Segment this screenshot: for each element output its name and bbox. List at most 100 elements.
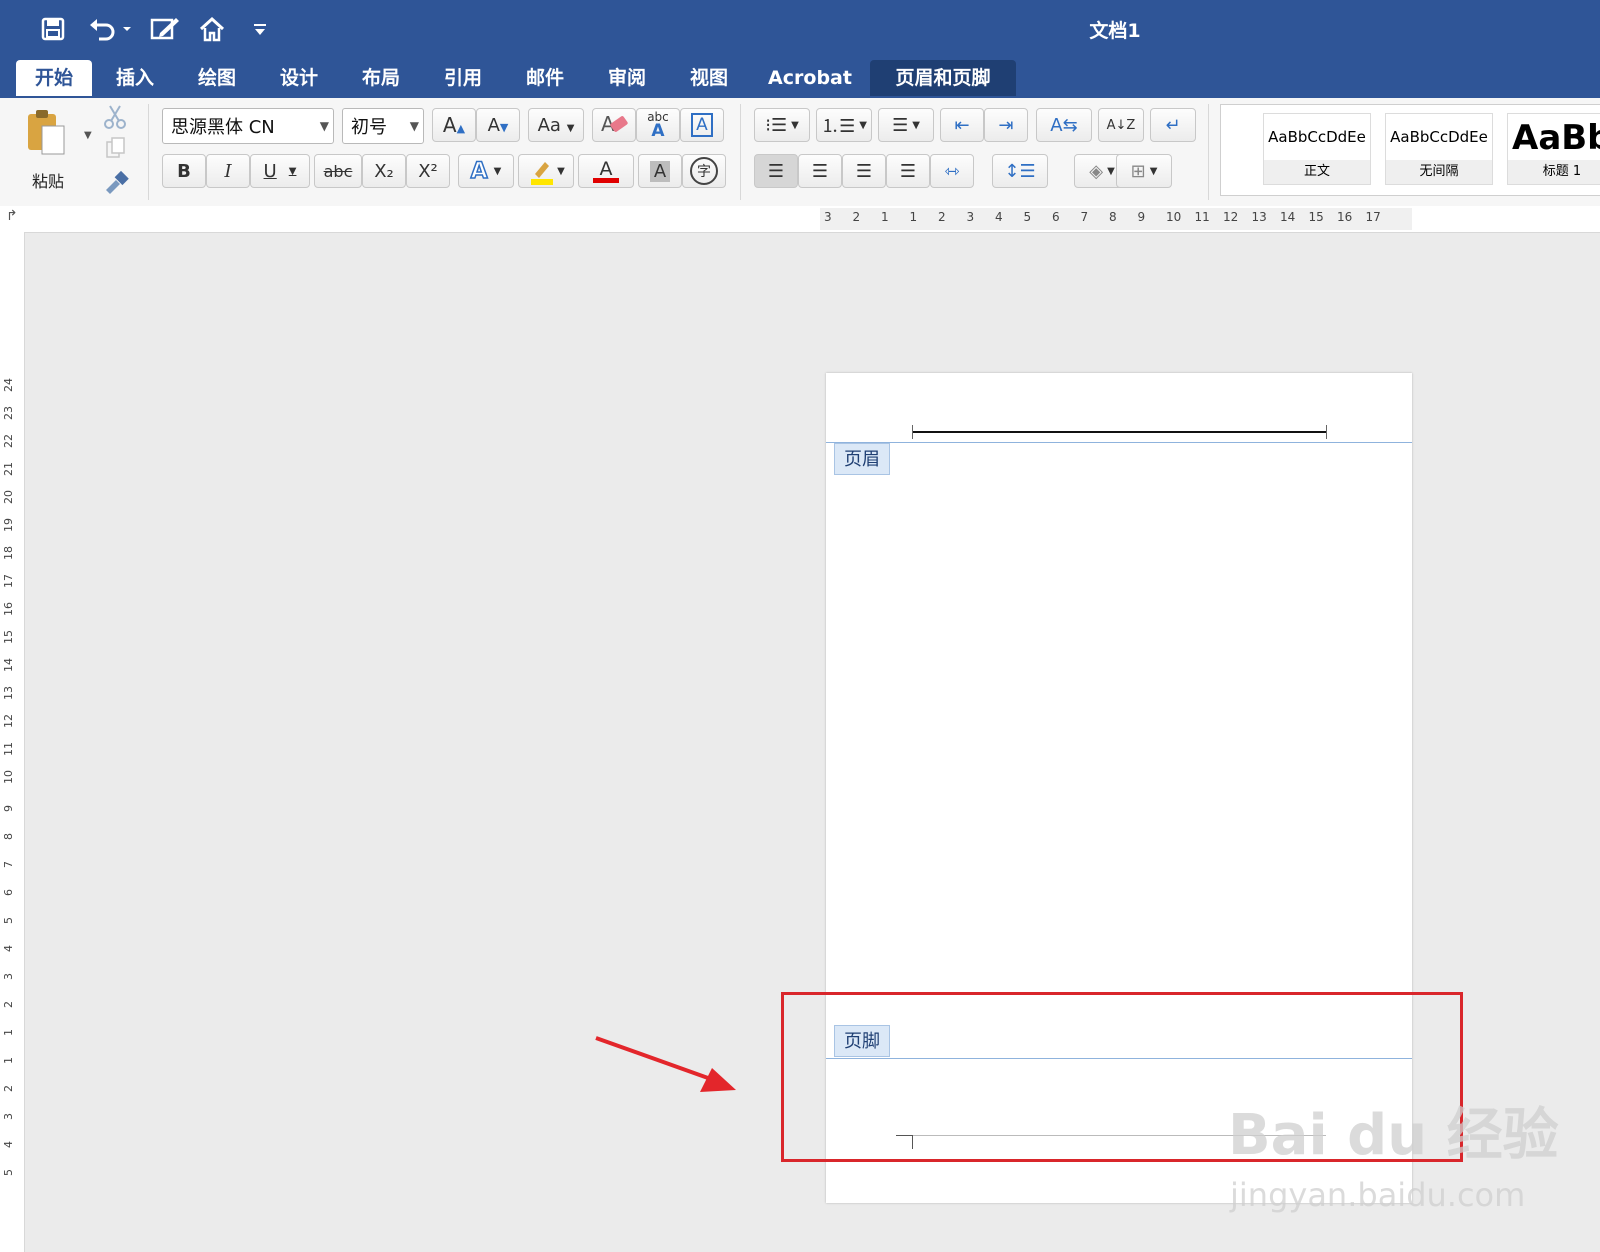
tab-insert[interactable]: 插入	[100, 60, 170, 96]
borders-icon: ⊞	[1130, 160, 1146, 182]
chevron-down-icon: ▼	[859, 119, 867, 131]
undo-icon[interactable]	[86, 14, 134, 44]
underline-button[interactable]: U ▼	[250, 154, 310, 188]
ruler-number: 4	[995, 210, 1003, 224]
ruler-number: 1	[881, 210, 889, 224]
save-icon[interactable]	[38, 14, 68, 44]
tab-home[interactable]: 开始	[16, 60, 92, 96]
chevron-down-icon: ▼	[319, 119, 329, 133]
text-direction-button[interactable]: A⇆	[1036, 108, 1092, 142]
vertical-ruler[interactable]: 24 23 22 21 20 19 18 17 16 15 14 13 12 11 10 9 8 7 6 5 4 3 2 1 1…	[0, 232, 25, 1252]
tab-review[interactable]: 审阅	[592, 60, 662, 96]
change-case-button[interactable]: Aa ▼	[528, 108, 584, 142]
ruler-number: 6	[1052, 210, 1060, 224]
character-shading-button[interactable]: A	[638, 154, 682, 188]
line-spacing-icon: ↕☰	[1004, 160, 1036, 182]
justify-button[interactable]: ☰	[886, 154, 930, 188]
clear-formatting-button[interactable]: A	[592, 108, 636, 142]
ribbon: ▼ 粘贴 思源黑体 CN ▼ 初号 ▼ A▲ A▼ Aa ▼ A abc A A B…	[0, 98, 1600, 207]
home-icon[interactable]	[196, 14, 228, 44]
increase-indent-button[interactable]: ⇥	[984, 108, 1028, 142]
eraser-icon: A	[601, 112, 628, 136]
decrease-indent-button[interactable]: ⇤	[940, 108, 984, 142]
tab-selector-icon[interactable]: ↱	[6, 208, 18, 224]
paste-icon	[28, 110, 65, 155]
multilevel-list-button[interactable]: ☰ ▼	[878, 108, 934, 142]
shrink-font-button[interactable]: A▼	[476, 108, 520, 142]
margin-corner-mark	[1326, 425, 1327, 439]
text-effects-icon: A	[470, 158, 489, 185]
ruler-number: 23	[2, 406, 15, 420]
ruler-number: 13	[1251, 210, 1267, 224]
tab-design[interactable]: 设计	[264, 60, 334, 96]
subscript-button[interactable]: X₂	[362, 154, 406, 188]
tab-header-footer[interactable]: 页眉和页脚	[870, 60, 1016, 96]
numbering-button[interactable]: ⒈☰ ▼	[816, 108, 872, 142]
ruler-number: 24	[2, 378, 15, 392]
font-family-value: 思源黑体 CN	[171, 117, 275, 138]
font-size-select[interactable]: 初号 ▼	[342, 108, 424, 144]
ruler-number: 5	[1023, 210, 1032, 224]
chevron-down-icon: ▼	[493, 165, 502, 177]
ruler-number: 3	[2, 1113, 15, 1120]
character-border-button[interactable]: A	[680, 108, 724, 142]
strikethrough-button[interactable]: abc	[314, 154, 362, 188]
sort-button[interactable]: A↓Z	[1098, 108, 1144, 142]
ruler-number: 1	[2, 1057, 15, 1064]
tab-mailings[interactable]: 邮件	[510, 60, 580, 96]
sort-icon: A↓Z	[1106, 117, 1136, 133]
chevron-down-icon: ▼	[912, 119, 920, 131]
ruler-number: 16	[2, 602, 15, 616]
ruler-number: 2	[852, 210, 861, 224]
text-effects-button[interactable]: A ▼	[458, 154, 514, 188]
divider	[1208, 104, 1209, 200]
tab-view[interactable]: 视图	[674, 60, 744, 96]
align-left-button[interactable]: ☰	[754, 154, 798, 188]
highlight-button[interactable]: ▼	[518, 154, 574, 188]
style-no-spacing[interactable]: AaBbCcDdEe 无间隔	[1385, 113, 1493, 185]
title-bar: 文档1	[0, 0, 1600, 58]
bullets-button[interactable]: ⁝☰ ▼	[754, 108, 810, 142]
ruler-number: 12	[1223, 210, 1239, 224]
borders-button[interactable]: ⊞ ▼	[1116, 154, 1172, 188]
align-left-icon: ☰	[767, 160, 785, 182]
show-formatting-button[interactable]: ↵	[1150, 108, 1196, 142]
ribbon-tab-bar: 开始 插入 绘图 设计 布局 引用 邮件 审阅 视图 Acrobat 页眉和页脚	[0, 58, 1600, 98]
distributed-button[interactable]: ⇿	[930, 154, 974, 188]
font-family-select[interactable]: 思源黑体 CN ▼	[162, 108, 334, 144]
text-direction-icon: A⇆	[1050, 114, 1078, 136]
superscript-button[interactable]: X²	[406, 154, 450, 188]
bold-button[interactable]: B	[162, 154, 206, 188]
align-right-button[interactable]: ☰	[842, 154, 886, 188]
tab-references[interactable]: 引用	[428, 60, 498, 96]
decrease-indent-icon: ⇤	[954, 114, 970, 136]
tab-draw[interactable]: 绘图	[182, 60, 252, 96]
ruler-number: 9	[2, 805, 15, 812]
edit-document-icon[interactable]	[148, 14, 182, 44]
chevron-down-icon: ▼	[1149, 165, 1158, 177]
ruler-number: 13	[2, 686, 15, 700]
cut-icon[interactable]	[102, 104, 128, 134]
paste-dropdown-icon[interactable]: ▼	[84, 130, 92, 141]
tab-acrobat[interactable]: Acrobat	[762, 60, 858, 96]
grow-font-button[interactable]: A▲	[432, 108, 476, 142]
document-title: 文档1	[1089, 20, 1141, 42]
align-center-button[interactable]: ☰	[798, 154, 842, 188]
header-tag[interactable]: 页眉	[834, 443, 890, 475]
character-shading-icon: A	[649, 160, 671, 182]
copy-icon[interactable]	[104, 136, 128, 164]
horizontal-ruler[interactable]: ↱ 3 2 1 1 2 3 4 5 6 7 8 9 10 11 12 13 14 15 16 17	[0, 206, 1600, 233]
phonetic-guide-button[interactable]: abc A	[636, 108, 680, 142]
margin-corner-mark	[912, 425, 913, 439]
style-normal[interactable]: AaBbCcDdEe 正文	[1263, 113, 1371, 185]
font-color-button[interactable]: A	[578, 154, 634, 188]
tab-layout[interactable]: 布局	[346, 60, 416, 96]
customize-icon[interactable]	[250, 14, 270, 44]
paste-button[interactable]: ▼ 粘贴	[20, 106, 92, 191]
style-heading-1[interactable]: AaBb 标题 1	[1507, 113, 1600, 185]
format-painter-icon[interactable]	[102, 170, 130, 200]
italic-button[interactable]: I	[206, 154, 250, 188]
enclose-characters-button[interactable]: 字	[682, 154, 726, 188]
chevron-down-icon: ▼	[557, 165, 565, 177]
line-spacing-button[interactable]: ↕☰	[992, 154, 1048, 188]
